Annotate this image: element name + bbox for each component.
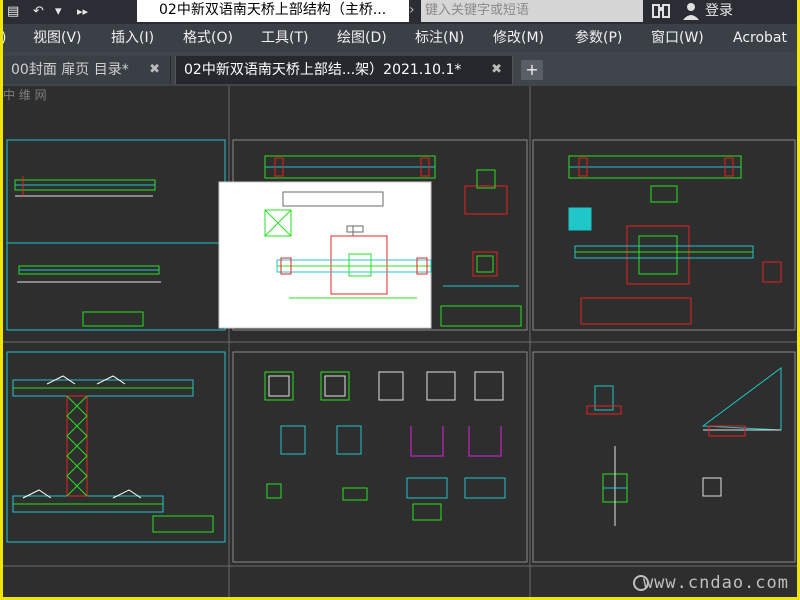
tab-label: 02中新双语南天桥上部结...架）2021.10.1* [184,62,462,78]
menu-dimension[interactable]: 标注(N) [415,24,464,52]
login-link[interactable]: 登录 [705,0,733,22]
close-icon[interactable]: ✖ [491,56,502,84]
file-tab-bar: 00封面 扉页 目录* ✖ 02中新双语南天桥上部结...架）2021.10.1… [3,52,797,86]
close-icon[interactable]: ✖ [149,56,160,84]
menu-insert[interactable]: 插入(I) [111,24,154,52]
sheet-borders [3,86,797,597]
cad-drawing [3,86,797,597]
app-menu-icon[interactable]: ▤ [7,2,19,22]
menu-tools[interactable]: 工具(T) [261,24,308,52]
sheet-bottom-middle [264,371,506,521]
tab-cover-directory[interactable]: 00封面 扉页 目录* ✖ [3,56,171,84]
sheet-top-right [568,155,782,325]
dropdown-icon[interactable]: ▾ [55,2,62,22]
menu-acrobat[interactable]: Acrobat [733,24,787,52]
title-bar: ▤ ↶ ▾ ▸▸ 02中新双语南天桥上部结构（主桥... › 键入关键字或短语 … [3,0,797,24]
menu-draw[interactable]: 绘图(D) [337,24,387,52]
menu-parameters[interactable]: 参数(P) [575,24,622,52]
sheet-bottom-left [12,375,214,533]
document-title: 02中新双语南天桥上部结构（主桥... [137,0,409,22]
app-window: ▤ ↶ ▾ ▸▸ 02中新双语南天桥上部结构（主桥... › 键入关键字或短语 … [3,0,797,597]
drawing-canvas[interactable]: 中 维 网 www.cndao.com [3,86,797,597]
tab-label: 00封面 扉页 目录* [11,62,129,78]
title-chevron-icon: › [409,2,415,18]
site-url-watermark: www.cndao.com [642,573,789,593]
menu-edge-glyph: ) [3,24,6,52]
sheet-top-left [7,176,225,327]
menu-view[interactable]: 视图(V) [33,24,82,52]
menu-bar: ) 视图(V) 插入(I) 格式(O) 工具(T) 绘图(D) 标注(N) 修改… [3,24,797,52]
menu-format[interactable]: 格式(O) [183,24,233,52]
menu-modify[interactable]: 修改(M) [493,24,544,52]
binoculars-icon[interactable] [651,1,671,23]
more-tools-icon[interactable]: ▸▸ [77,2,88,22]
tab-bridge-superstructure[interactable]: 02中新双语南天桥上部结...架）2021.10.1* ✖ [175,56,513,84]
undo-icon[interactable]: ↶ [33,2,44,22]
search-input[interactable]: 键入关键字或短语 [421,0,643,22]
user-icon[interactable] [681,1,701,25]
sheet-bottom-right [586,367,782,526]
menu-window[interactable]: 窗口(W) [651,24,704,52]
new-tab-button[interactable]: + [521,60,543,80]
